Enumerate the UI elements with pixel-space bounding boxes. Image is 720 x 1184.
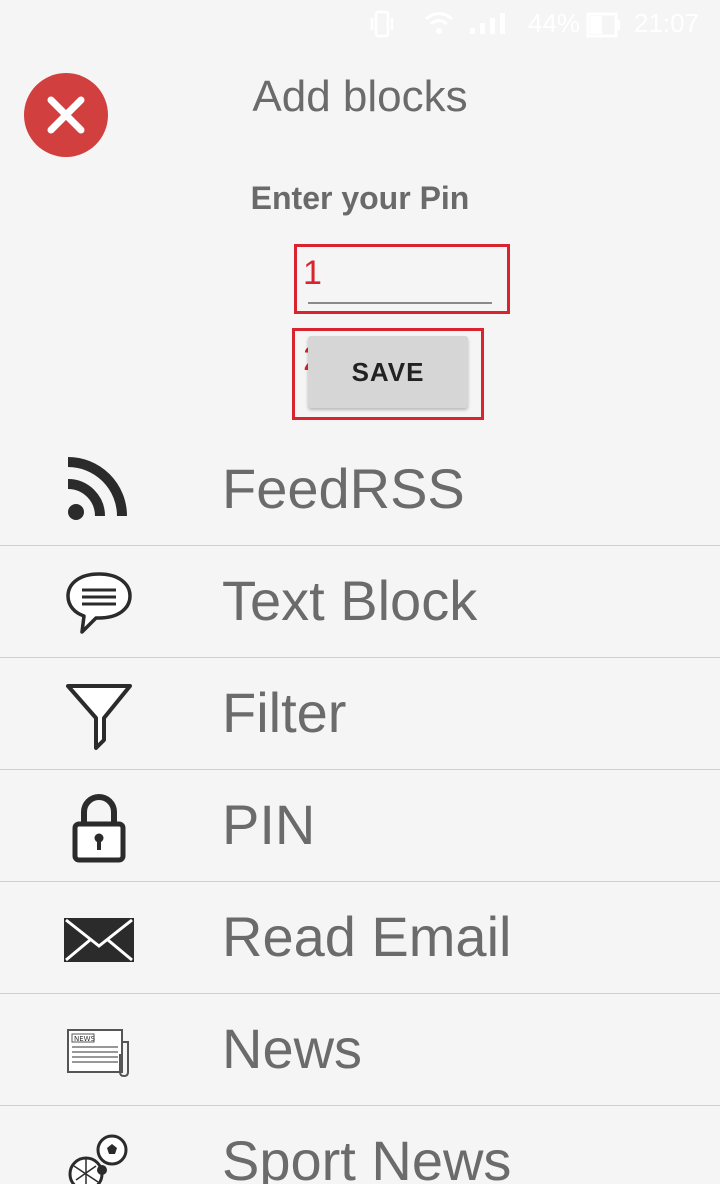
block-list: FeedRSS Text Block Filter PIN Read Email… — [0, 434, 720, 1184]
block-item-news[interactable]: NEWS News — [0, 994, 720, 1106]
block-item-filter[interactable]: Filter — [0, 658, 720, 770]
block-label: Read Email — [222, 905, 512, 968]
block-label: PIN — [222, 793, 316, 856]
close-button[interactable] — [24, 73, 108, 157]
signal-icon — [470, 13, 505, 34]
newspaper-icon: NEWS — [67, 1029, 129, 1078]
status-bar: 44% 21:07 — [0, 0, 720, 50]
block-item-sport-news[interactable]: Sport News — [0, 1106, 720, 1184]
block-item-pin[interactable]: PIN — [0, 770, 720, 882]
filter-icon — [66, 684, 132, 750]
battery-icon — [586, 12, 620, 38]
block-label: Filter — [222, 681, 347, 744]
lock-icon — [72, 794, 126, 863]
block-label: Sport News — [222, 1129, 512, 1184]
envelope-icon — [64, 918, 134, 962]
block-item-feedrss[interactable]: FeedRSS — [0, 434, 720, 546]
save-button[interactable]: SAVE — [308, 336, 468, 408]
battery-percent: 44% — [528, 8, 581, 38]
pin-input[interactable] — [308, 256, 492, 304]
svg-text:NEWS: NEWS — [74, 1035, 96, 1043]
add-blocks-screen: 44% 21:07 Add blocks Enter your Pin 1 2 … — [0, 0, 720, 1184]
vibrate-icon — [370, 10, 394, 38]
wifi-icon — [425, 12, 453, 34]
block-label: Text Block — [222, 569, 478, 632]
block-label: FeedRSS — [222, 457, 465, 520]
block-item-read-email[interactable]: Read Email — [0, 882, 720, 994]
block-item-text-block[interactable]: Text Block — [0, 546, 720, 658]
block-label: News — [222, 1017, 363, 1080]
clock: 21:07 — [634, 8, 700, 38]
sports-icon — [68, 1134, 128, 1184]
rss-icon — [67, 457, 127, 520]
close-icon — [47, 96, 85, 134]
page-title: Add blocks — [252, 72, 468, 121]
pin-label: Enter your Pin — [250, 180, 470, 216]
chat-bubble-icon — [66, 572, 132, 634]
